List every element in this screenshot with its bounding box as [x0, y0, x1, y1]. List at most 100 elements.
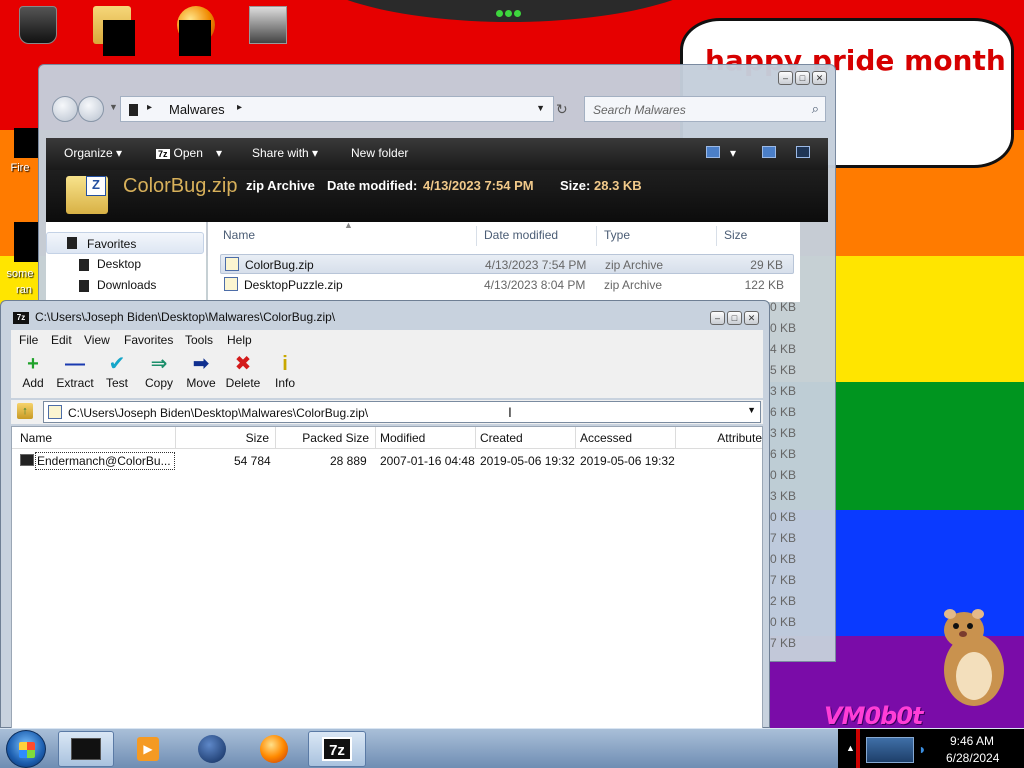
info-tool-button[interactable]: i Info: [263, 352, 307, 390]
view-options-icon[interactable]: [706, 146, 720, 158]
hamster-image: [944, 609, 1004, 706]
seven-zip-toolbar: + Add — Extract ✔ Test ⇒ Copy ➡ Move ✖ Delete i Info: [11, 350, 763, 398]
test-tool-button[interactable]: ✔ Test: [95, 352, 139, 390]
list-header-accessed[interactable]: Accessed: [576, 427, 676, 449]
back-button[interactable]: [52, 96, 78, 122]
explorer-address-bar[interactable]: ▸ Malwares ▸ ▼: [120, 96, 554, 122]
open-chevron-down-icon[interactable]: ▾: [216, 146, 222, 160]
refresh-icon[interactable]: ↻: [556, 101, 568, 118]
menu-view[interactable]: View: [84, 333, 110, 347]
nav-item-favorites[interactable]: Favorites: [46, 232, 204, 254]
file-size-partial: 6 KB: [770, 447, 797, 461]
executable-icon: [20, 454, 34, 466]
recent-pages-chevron-icon[interactable]: ▼: [109, 102, 118, 112]
show-hidden-icons-icon[interactable]: ▲: [846, 743, 855, 753]
text-cursor-icon: I: [508, 404, 512, 420]
help-icon[interactable]: [796, 146, 810, 158]
column-separator[interactable]: [596, 226, 597, 246]
share-with-button[interactable]: Share with ▾: [252, 146, 318, 160]
file-size: 122 KB: [744, 278, 784, 292]
file-row[interactable]: ColorBug.zip 4/13/2023 7:54 PM zip Archi…: [220, 254, 794, 274]
taskbar-media-player-button[interactable]: ▶: [122, 731, 174, 767]
column-header-size[interactable]: Size: [724, 228, 747, 242]
forward-button[interactable]: [78, 96, 104, 122]
archive-entry-row[interactable]: Endermanch@ColorBu... 54 784 28 889 2007…: [12, 451, 762, 471]
star-icon: [67, 237, 77, 249]
maximize-button[interactable]: □: [795, 71, 810, 85]
organize-button[interactable]: Organize ▾: [64, 146, 122, 160]
network-icon[interactable]: [866, 737, 914, 763]
volume-icon[interactable]: ◗: [918, 741, 932, 757]
taskbar-explorer-button[interactable]: [58, 731, 114, 767]
path-dropdown-icon[interactable]: ▼: [747, 405, 756, 415]
move-tool-button[interactable]: ➡ Move: [179, 352, 223, 390]
globe-icon: [198, 735, 226, 763]
tool-label: Move: [186, 376, 216, 390]
menu-file[interactable]: File: [19, 333, 38, 347]
clock-date[interactable]: 6/28/2024: [946, 751, 999, 765]
search-icon[interactable]: ⌕: [812, 101, 819, 117]
desktop-icon-redacted-4[interactable]: [14, 222, 38, 262]
menu-help[interactable]: Help: [227, 333, 252, 347]
minimize-button[interactable]: –: [710, 311, 725, 325]
sort-arrow-icon: ▲: [344, 220, 353, 230]
breadcrumb-folder[interactable]: Malwares: [169, 102, 225, 117]
explorer-icon: [71, 738, 101, 760]
seven-zip-path-input[interactable]: C:\Users\Joseph Biden\Desktop\Malwares\C…: [43, 401, 761, 423]
start-button[interactable]: [6, 730, 46, 768]
column-header-type[interactable]: Type: [604, 228, 630, 242]
desktop-icon-recycle-bin[interactable]: [8, 6, 68, 48]
folder-up-icon[interactable]: ↑: [17, 403, 33, 419]
desktop-icon-malwares[interactable]: [238, 6, 298, 48]
list-header-created[interactable]: Created: [476, 427, 576, 449]
list-header-attributes[interactable]: Attribute: [676, 427, 762, 449]
seven-zip-menu-bar: File Edit View Favorites Tools Help: [11, 330, 763, 350]
explorer-caption-buttons: – □ ✕: [778, 71, 827, 85]
new-folder-button[interactable]: New folder: [351, 146, 408, 160]
view-chevron-down-icon[interactable]: ▾: [730, 146, 736, 160]
open-button[interactable]: 7z Open: [156, 146, 203, 160]
file-size-partial: 0 KB: [770, 321, 797, 335]
preview-pane-icon[interactable]: [762, 146, 776, 158]
clock-time[interactable]: 9:46 AM: [950, 734, 994, 748]
taskbar-seven-zip-button[interactable]: 7z: [308, 731, 366, 767]
list-header-name[interactable]: Name: [12, 427, 176, 449]
tool-label: Copy: [144, 376, 173, 390]
list-header-modified[interactable]: Modified: [376, 427, 476, 449]
column-header-date-modified[interactable]: Date modified: [484, 228, 558, 242]
desktop-icon-redacted-2[interactable]: [166, 6, 226, 56]
breadcrumb-separator-icon[interactable]: ▸: [147, 102, 152, 113]
column-separator[interactable]: [716, 226, 717, 246]
copy-tool-button[interactable]: ⇒ Copy: [137, 352, 181, 390]
add-tool-button[interactable]: + Add: [11, 352, 55, 390]
list-header-packed-size[interactable]: Packed Size: [276, 427, 376, 449]
taskbar-globe-button[interactable]: [186, 731, 238, 767]
nav-downloads-label: Downloads: [97, 278, 157, 292]
menu-favorites[interactable]: Favorites: [124, 333, 173, 347]
tool-label: Extract: [56, 376, 94, 390]
column-separator[interactable]: [476, 226, 477, 246]
address-dropdown-icon[interactable]: ▼: [536, 103, 545, 113]
breadcrumb-separator-icon[interactable]: ▸: [237, 102, 242, 113]
menu-tools[interactable]: Tools: [185, 333, 213, 347]
minimize-button[interactable]: –: [778, 71, 793, 85]
desktop-icon-redacted-1[interactable]: [82, 6, 142, 56]
extract-tool-button[interactable]: — Extract: [53, 352, 97, 390]
file-row[interactable]: DesktopPuzzle.zip 4/13/2023 8:04 PM zip …: [220, 275, 794, 295]
list-header-size[interactable]: Size: [176, 427, 276, 449]
explorer-search-input[interactable]: Search Malwares ⌕: [584, 96, 826, 122]
file-size: 29 KB: [750, 258, 783, 272]
seven-zip-window: 7z C:\Users\Joseph Biden\Desktop\Malware…: [0, 300, 770, 729]
taskbar-firefox-button[interactable]: [248, 731, 300, 767]
close-button[interactable]: ✕: [812, 71, 827, 85]
file-size-partial: 0 KB: [770, 510, 797, 524]
delete-tool-button[interactable]: ✖ Delete: [221, 352, 265, 390]
zip-file-icon: [48, 405, 62, 419]
menu-edit[interactable]: Edit: [51, 333, 72, 347]
close-button[interactable]: ✕: [744, 311, 759, 325]
file-size-partial: 4 KB: [770, 342, 797, 356]
maximize-button[interactable]: □: [727, 311, 742, 325]
desktop-icon-redacted-3[interactable]: [14, 128, 38, 158]
column-header-name[interactable]: Name: [223, 228, 255, 242]
tool-label: Add: [22, 376, 44, 390]
